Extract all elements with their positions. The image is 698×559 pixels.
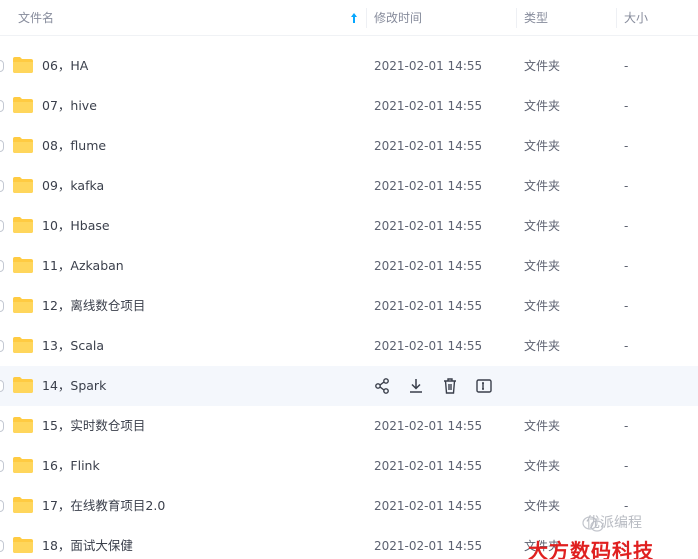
row-select-checkbox[interactable] [0,300,4,312]
row-select-checkbox[interactable] [0,420,4,432]
file-size: - [624,459,629,473]
file-name-link[interactable]: 08，flume [42,126,106,166]
row-select-checkbox[interactable] [0,340,4,352]
folder-icon [12,136,34,154]
file-name-link[interactable]: 13，Scala [42,326,104,366]
row-select-checkbox[interactable] [0,60,4,72]
file-type: 文件夹 [524,499,561,513]
folder-icon [12,256,34,274]
file-type: 文件夹 [524,59,561,73]
row-select-checkbox[interactable] [0,100,4,112]
file-row[interactable]: 11，Azkaban 2021-02-01 14:55 文件夹 - [0,246,698,286]
modified-time: 2021-02-01 14:55 [374,299,483,313]
sort-ascending-icon[interactable] [350,12,358,24]
row-select-checkbox[interactable] [0,500,4,512]
file-name-link[interactable]: 15，实时数仓项目 [42,406,145,446]
file-row[interactable]: 09，kafka 2021-02-01 14:55 文件夹 - [0,166,698,206]
row-select-checkbox[interactable] [0,260,4,272]
modified-time: 2021-02-01 14:55 [374,219,483,233]
rename-icon[interactable] [474,376,494,396]
file-type: 文件夹 [524,459,561,473]
folder-icon [12,96,34,114]
folder-icon [12,536,34,554]
file-size: - [624,179,629,193]
folder-icon [12,336,34,354]
modified-time: 2021-02-01 14:55 [374,139,483,153]
folder-icon [12,176,34,194]
row-select-checkbox[interactable] [0,220,4,232]
file-size: - [624,419,629,433]
file-size: - [624,99,629,113]
row-select-checkbox[interactable] [0,540,4,552]
file-row[interactable]: 07，hive 2021-02-01 14:55 文件夹 - [0,86,698,126]
folder-icon [12,376,34,394]
download-icon[interactable] [406,376,426,396]
modified-time: 2021-02-01 14:55 [374,179,483,193]
file-type: 文件夹 [524,339,561,353]
folder-icon [12,296,34,314]
modified-time: 2021-02-01 14:55 [374,59,483,73]
modified-time: 2021-02-01 14:55 [374,99,483,113]
file-size: - [624,219,629,233]
file-row[interactable]: 06，HA 2021-02-01 14:55 文件夹 - [0,46,698,86]
file-type: 文件夹 [524,179,561,193]
file-type: 文件夹 [524,139,561,153]
share-icon[interactable] [372,376,392,396]
column-header-type[interactable]: 类型 [524,0,548,36]
modified-time: 2021-02-01 14:55 [374,499,483,513]
column-header-size[interactable]: 大小 [624,0,648,36]
file-name-link[interactable]: 17，在线教育项目2.0 [42,486,165,526]
file-type: 文件夹 [524,419,561,433]
folder-icon [12,216,34,234]
file-name-link[interactable]: 14，Spark [42,366,106,406]
folder-icon [12,496,34,514]
file-size: - [624,339,629,353]
file-name-link[interactable]: 18，面试大保健 [42,526,133,559]
column-divider[interactable] [616,8,617,28]
delete-icon[interactable] [440,376,460,396]
column-divider[interactable] [516,8,517,28]
folder-icon [12,416,34,434]
row-select-checkbox[interactable] [0,180,4,192]
folder-icon [12,456,34,474]
file-type: 文件夹 [524,219,561,233]
file-size: - [624,139,629,153]
file-name-link[interactable]: 09，kafka [42,166,104,206]
file-type: 文件夹 [524,299,561,313]
column-divider[interactable] [366,8,367,28]
file-row[interactable]: 12，离线数仓项目 2021-02-01 14:55 文件夹 - [0,286,698,326]
file-row[interactable]: 13，Scala 2021-02-01 14:55 文件夹 - [0,326,698,366]
file-row[interactable]: 08，flume 2021-02-01 14:55 文件夹 - [0,126,698,166]
file-name-link[interactable]: 16，Flink [42,446,100,486]
file-name-link[interactable]: 12，离线数仓项目 [42,286,145,326]
file-name-link[interactable]: 11，Azkaban [42,246,124,286]
modified-time: 2021-02-01 14:55 [374,459,483,473]
file-row[interactable]: 15，实时数仓项目 2021-02-01 14:55 文件夹 - [0,406,698,446]
file-size: - [624,259,629,273]
watermark-brand: 大方数码科技 [528,539,654,559]
watermark-text: 优派编程 [586,515,642,531]
modified-time: 2021-02-01 14:55 [374,419,483,433]
file-list-header: 文件名 修改时间 类型 大小 [0,0,698,36]
file-row[interactable]: 10，Hbase 2021-02-01 14:55 文件夹 - [0,206,698,246]
file-row[interactable]: 16，Flink 2021-02-01 14:55 文件夹 - [0,446,698,486]
row-select-checkbox[interactable] [0,460,4,472]
folder-icon [12,56,34,74]
file-name-link[interactable]: 06，HA [42,46,88,86]
row-select-checkbox[interactable] [0,380,4,392]
file-size: - [624,59,629,73]
file-row[interactable]: 14，Spark [0,366,698,406]
modified-time: 2021-02-01 14:55 [374,259,483,273]
modified-time: 2021-02-01 14:55 [374,339,483,353]
file-type: 文件夹 [524,259,561,273]
file-size: - [624,299,629,313]
file-name-link[interactable]: 10，Hbase [42,206,110,246]
file-type: 文件夹 [524,99,561,113]
row-select-checkbox[interactable] [0,140,4,152]
column-header-modified[interactable]: 修改时间 [374,0,422,36]
column-header-name[interactable]: 文件名 [18,0,54,36]
modified-time: 2021-02-01 14:55 [374,539,483,553]
file-name-link[interactable]: 07，hive [42,86,97,126]
